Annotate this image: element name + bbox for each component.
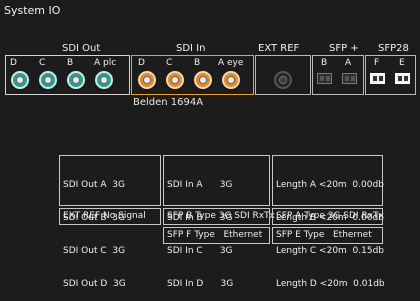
sdi-out-panel: D C B A plc [5, 55, 130, 95]
sdi-in-port-d-label: D [138, 58, 145, 68]
sfp-e-type-status: SFP E Type Ethernet [272, 227, 383, 244]
sdi-in-c-connector-icon[interactable] [166, 71, 184, 89]
sfp-b-port-icon[interactable] [317, 73, 332, 84]
sdi-out-d-status: SDI Out D 3G [63, 279, 126, 289]
sfp-plus-header: SFP + [329, 43, 359, 54]
sdi-out-port-d-label: D [10, 58, 17, 68]
sdi-out-status: SDI Out A 3G SDI Out B 3G SDI Out C 3G S… [59, 155, 161, 289]
sfp-f-port-icon[interactable] [370, 73, 385, 84]
sdi-out-b-connector-icon[interactable] [67, 71, 85, 89]
sfp-e-port-icon[interactable] [395, 73, 410, 84]
sdi-in-header: SDI In [176, 43, 206, 54]
sdi-out-d-connector-icon[interactable] [11, 71, 29, 89]
length-a-status: Length A <20m 0.00db [276, 180, 384, 190]
sdi-out-c-connector-icon[interactable] [39, 71, 57, 89]
sdi-in-c-status: SDI In C 3G [167, 246, 233, 256]
sfp-b-label: B [321, 58, 328, 68]
cable-length-status: Length A <20m 0.00db Length B <20m 0.00d… [272, 155, 385, 289]
sdi-out-header: SDI Out [62, 43, 101, 54]
sdi-out-port-c-label: C [39, 58, 46, 68]
sdi-out-a-status: SDI Out A 3G [63, 180, 125, 190]
window-title: System IO [4, 4, 61, 17]
sdi-in-panel: D C B A eye [131, 55, 254, 95]
sdi-in-d-connector-icon[interactable] [138, 71, 156, 89]
sfp28-header: SFP28 [378, 43, 409, 54]
length-c-status: Length C <20m 0.15db [276, 246, 384, 256]
sfp-f-type-status: SFP F Type Ethernet [163, 227, 270, 244]
sfp-a-type-status: SFP A Type 3G SDI RxTx [272, 208, 384, 225]
sdi-in-d-status: SDI In D 3G [167, 279, 234, 289]
sdi-in-b-connector-icon[interactable] [194, 71, 212, 89]
sdi-out-port-a-label: A plc [94, 58, 117, 68]
sfp-b-type-status: SFP B Type 3G SDI RxTx [163, 208, 275, 225]
sfp-f-label: F [374, 58, 380, 68]
ext-ref-panel [255, 55, 311, 95]
sdi-in-port-b-label: B [194, 58, 201, 68]
sdi-out-c-status: SDI Out C 3G [63, 246, 126, 256]
sdi-in-a-connector-icon[interactable] [222, 71, 240, 89]
ext-ref-header: EXT REF [258, 43, 300, 54]
sdi-out-a-connector-icon[interactable] [95, 71, 113, 89]
ext-ref-status: EXT REF No Signal [59, 208, 161, 225]
sfp-a-port-icon[interactable] [342, 73, 357, 84]
sdi-in-port-a-label: A eye [218, 58, 244, 68]
sdi-in-port-c-label: C [166, 58, 173, 68]
sdi-in-a-status: SDI In A 3G [167, 180, 233, 190]
ext-ref-connector-icon[interactable] [274, 71, 292, 89]
sdi-out-port-b-label: B [67, 58, 74, 68]
sdi-in-status: SDI In A 3G SDI In B 3G SDI In C 3G SDI … [163, 155, 270, 289]
sfp-e-label: E [399, 58, 405, 68]
cable-type-label: Belden 1694A [133, 97, 204, 108]
sfp28-panel: F E [365, 55, 416, 95]
sfp-plus-panel: B A [312, 55, 364, 95]
sfp-a-label: A [345, 58, 352, 68]
length-d-status: Length D <20m 0.01db [276, 279, 385, 289]
